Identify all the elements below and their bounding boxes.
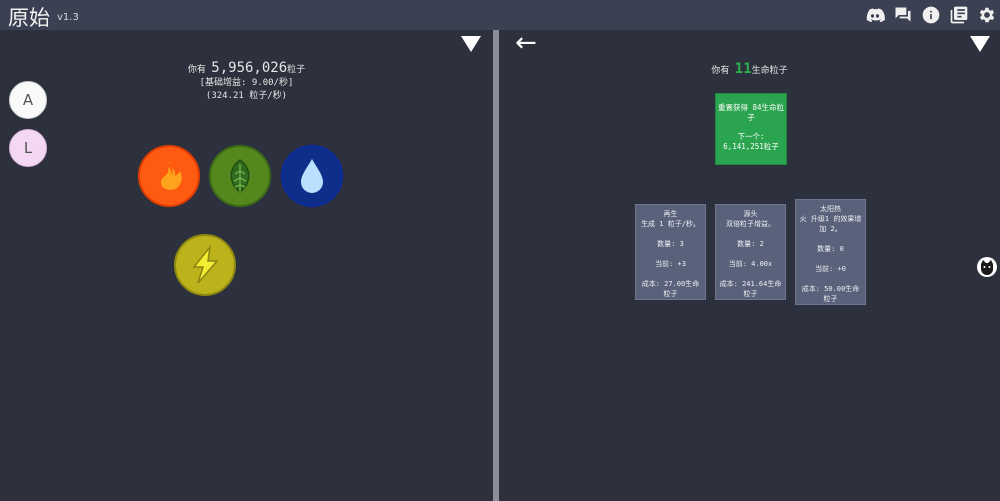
reset-button[interactable]: 重置获得 84生命粒子 下一个: 6,141,251粒子 [715,93,787,165]
fire-element[interactable] [138,145,200,207]
back-arrow-icon[interactable]: ← [515,28,537,58]
upgrade-title: 再生 [663,210,678,218]
life-value: 11 [734,61,752,77]
upgrade-desc: 双倍粒子增益。 [726,220,775,228]
particle-rate: (324.21 粒子/秒) [205,91,288,101]
upgrade-cost: 成本: 27.00生命粒子 [641,280,700,298]
life-prefix: 你有 [711,66,730,76]
discord-icon[interactable] [864,4,886,26]
upgrade-current: 当前: +0 [815,265,846,273]
upgrade-desc: 火 升级1 的效果增加 2。 [799,215,862,233]
cat-icon[interactable] [976,256,998,278]
upgrade-title: 源头 [743,210,758,218]
reset-next-label: 下一个: [737,132,765,141]
info-icon[interactable] [920,4,942,26]
app-version: v1.3 [57,12,79,23]
upgrade-amount: 数量: 2 [737,240,764,248]
fire-icon [160,160,182,190]
water-element[interactable] [281,145,343,207]
leaf-element[interactable] [209,145,271,207]
left-collapse-arrow[interactable] [461,36,481,52]
reset-next-value: 6,141,251粒子 [723,142,779,151]
upgrade-desc: 生成 1 粒子/秒。 [641,220,700,228]
upgrade-amount: 数量: 0 [817,245,844,253]
l-button[interactable]: L [9,129,47,167]
top-icons [864,4,998,26]
top-bar: 原始 v1.3 [0,0,1000,30]
upgrade-cost: 成本: 50.00生命粒子 [801,285,860,303]
app-title: 原始 [8,6,50,30]
particles-value: 5,956,026 [211,60,288,76]
lightning-element[interactable] [174,234,236,296]
right-collapse-arrow[interactable] [970,36,990,52]
panel-divider[interactable] [493,30,499,501]
upgrade-current: 当前: +3 [655,260,686,268]
water-drop-icon [301,159,323,193]
changelog-icon[interactable] [948,4,970,26]
upgrade-title: 太阳热 [820,205,841,213]
particles-prefix: 你有 [187,65,206,75]
lightning-icon [192,245,219,284]
settings-icon[interactable] [976,4,998,26]
upgrade-card-source[interactable]: 源头 双倍粒子增益。 数量: 2 当前: 4.00x 成本: 241.64生命粒… [715,204,786,300]
base-gain: [基础增益: 9.00/秒] [199,78,294,88]
upgrade-current: 当前: 4.00x [728,260,773,268]
upgrade-card-regeneration[interactable]: 再生 生成 1 粒子/秒。 数量: 3 当前: +3 成本: 27.00生命粒子 [635,204,706,300]
chat-icon[interactable] [892,4,914,26]
upgrade-amount: 数量: 3 [657,240,684,248]
reset-gain-text: 重置获得 84生命粒子 [717,103,785,122]
life-unit: 生命粒子 [751,66,788,76]
particle-stats: 你有 5,956,026粒子 [基础增益: 9.00/秒] (324.21 粒子… [0,60,493,103]
leaf-icon [230,159,250,194]
upgrade-card-solar-heat[interactable]: 太阳热 火 升级1 的效果增加 2。 数量: 0 当前: +0 成本: 50.0… [795,199,866,305]
particles-unit: 粒子 [287,65,306,75]
life-particle-stats: 你有 11生命粒子 [499,61,1000,78]
upgrade-cost: 成本: 241.64生命粒子 [719,280,782,298]
